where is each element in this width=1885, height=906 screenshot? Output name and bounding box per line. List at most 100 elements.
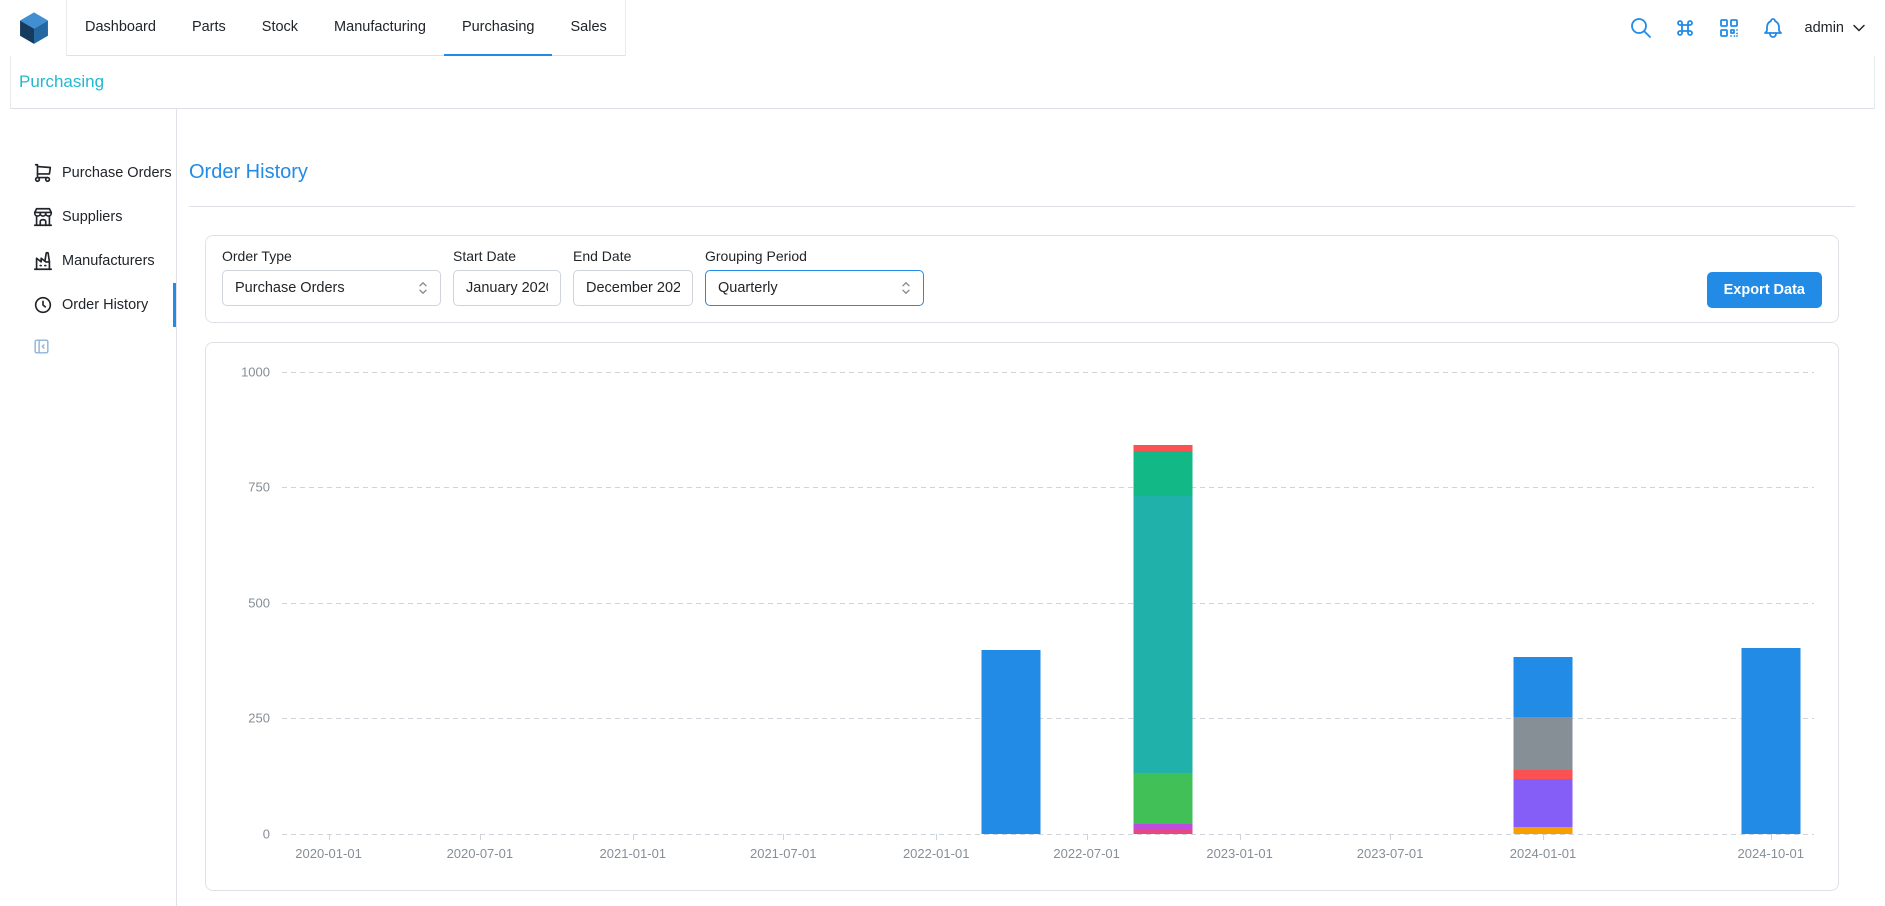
bar-segment-red	[1514, 770, 1573, 780]
section-divider	[189, 206, 1855, 207]
bar-segment-blue	[982, 650, 1041, 834]
sidebar-item-label: Suppliers	[62, 209, 122, 225]
stacked-bar-2024-01-01[interactable]	[1514, 657, 1573, 834]
sidebar-item-label: Order History	[62, 297, 148, 313]
top-navbar: Dashboard Parts Stock Manufacturing Purchasi…	[0, 0, 1885, 56]
x-axis-tick-mark	[633, 834, 634, 840]
x-axis-tick-label: 2022-07-01	[1053, 846, 1120, 861]
gridline	[282, 603, 1814, 604]
tab-label: Manufacturing	[334, 19, 426, 35]
gridline	[282, 487, 1814, 488]
x-axis-tick-mark	[1240, 834, 1241, 840]
breadcrumb: Purchasing	[10, 56, 1875, 109]
tab-label: Parts	[192, 19, 226, 35]
y-axis-tick-label: 750	[248, 480, 270, 495]
grouping-period-label: Grouping Period	[705, 248, 924, 264]
bar-segment-violet	[1514, 779, 1573, 827]
gridline	[282, 834, 1814, 835]
x-axis-tick-mark	[480, 834, 481, 840]
x-axis-tick-mark	[1087, 834, 1088, 840]
end-date-field: End Date	[573, 248, 693, 308]
chart-card: 025050075010002020-01-012020-07-012021-0…	[205, 342, 1839, 891]
x-axis-tick-mark	[329, 834, 330, 840]
grouping-period-value: Quarterly	[718, 280, 778, 296]
x-axis-tick-label: 2020-01-01	[295, 846, 362, 861]
tab-parts[interactable]: Parts	[174, 0, 244, 56]
x-axis-tick-label: 2024-10-01	[1738, 846, 1805, 861]
x-axis-tick-label: 2023-07-01	[1357, 846, 1424, 861]
username: admin	[1805, 20, 1845, 36]
factory-icon	[32, 250, 54, 272]
inventree-logo[interactable]	[16, 10, 52, 46]
main-nav-tabs: Dashboard Parts Stock Manufacturing Purchasi…	[66, 0, 626, 56]
sidebar-item-order-history[interactable]: Order History	[0, 283, 176, 327]
sidebar: Purchase Orders Suppliers Manufacturers Ord…	[0, 109, 177, 906]
gridline	[282, 718, 1814, 719]
order-type-select[interactable]: Purchase Orders	[222, 270, 441, 306]
tab-manufacturing[interactable]: Manufacturing	[316, 0, 444, 56]
stacked-bar-2022-04-01[interactable]	[982, 650, 1041, 834]
search-icon[interactable]	[1629, 16, 1653, 40]
end-date-input[interactable]	[573, 270, 693, 306]
breadcrumb-title[interactable]: Purchasing	[19, 72, 104, 92]
page-title: Order History	[189, 109, 1855, 184]
tab-stock[interactable]: Stock	[244, 0, 316, 56]
sidebar-item-manufacturers[interactable]: Manufacturers	[0, 239, 176, 283]
bar-segment-gray	[1514, 717, 1573, 769]
building-store-icon	[32, 206, 54, 228]
x-axis-tick-label: 2023-01-01	[1206, 846, 1273, 861]
x-axis-tick-mark	[1390, 834, 1391, 840]
bar-segment-seagreen	[1134, 451, 1193, 496]
main-layout: Purchase Orders Suppliers Manufacturers Ord…	[0, 109, 1885, 906]
order-history-chart: 025050075010002020-01-012020-07-012021-0…	[282, 367, 1814, 834]
start-date-input[interactable]	[453, 270, 561, 306]
tab-label: Stock	[262, 19, 298, 35]
export-data-button[interactable]: Export Data	[1707, 272, 1822, 308]
order-type-value: Purchase Orders	[235, 280, 345, 296]
user-menu[interactable]: admin	[1805, 18, 1870, 38]
qr-scan-icon[interactable]	[1717, 16, 1741, 40]
sidebar-item-label: Purchase Orders	[62, 165, 172, 181]
stacked-bar-2022-10-01[interactable]	[1134, 445, 1193, 834]
chevron-down-icon	[1849, 18, 1869, 38]
gridline	[282, 372, 1814, 373]
command-icon[interactable]	[1673, 16, 1697, 40]
start-date-label: Start Date	[453, 248, 561, 264]
sidebar-item-label: Manufacturers	[62, 253, 155, 269]
bar-segment-blue	[1741, 648, 1800, 834]
bar-segment-pink	[1134, 830, 1193, 834]
stacked-bar-2024-10-01[interactable]	[1741, 648, 1800, 834]
main-content: Order History Order Type Purchase Orders…	[177, 109, 1885, 906]
tab-purchasing[interactable]: Purchasing	[444, 0, 553, 56]
y-axis-tick-label: 1000	[241, 364, 270, 379]
filter-panel: Order Type Purchase Orders Start Date En…	[205, 235, 1839, 323]
x-axis-tick-label: 2021-07-01	[750, 846, 817, 861]
start-date-field: Start Date	[453, 248, 561, 308]
y-axis-tick-label: 500	[248, 595, 270, 610]
sidebar-collapse-icon[interactable]	[32, 337, 51, 356]
shopping-cart-icon	[32, 162, 54, 184]
sidebar-item-purchase-orders[interactable]: Purchase Orders	[0, 151, 176, 195]
order-type-field: Order Type Purchase Orders	[222, 248, 441, 308]
tab-sales[interactable]: Sales	[552, 0, 624, 56]
tab-label: Dashboard	[85, 19, 156, 35]
end-date-label: End Date	[573, 248, 693, 264]
tab-label: Sales	[570, 19, 606, 35]
order-type-label: Order Type	[222, 248, 441, 264]
grouping-period-select[interactable]: Quarterly	[705, 270, 924, 306]
sidebar-item-suppliers[interactable]: Suppliers	[0, 195, 176, 239]
y-axis-tick-label: 250	[248, 711, 270, 726]
bar-segment-green	[1134, 773, 1193, 824]
history-icon	[32, 294, 54, 316]
selector-icon	[414, 279, 432, 297]
x-axis-tick-mark	[936, 834, 937, 840]
bar-segment-blue	[1514, 657, 1573, 718]
x-axis-tick-label: 2021-01-01	[600, 846, 667, 861]
x-axis-tick-mark	[783, 834, 784, 840]
x-axis-tick-mark	[1543, 834, 1544, 840]
tab-dashboard[interactable]: Dashboard	[67, 0, 174, 56]
bar-segment-teal	[1134, 496, 1193, 773]
bell-icon[interactable]	[1761, 16, 1785, 40]
tab-label: Purchasing	[462, 19, 535, 35]
navbar-actions: admin	[1629, 0, 1870, 56]
